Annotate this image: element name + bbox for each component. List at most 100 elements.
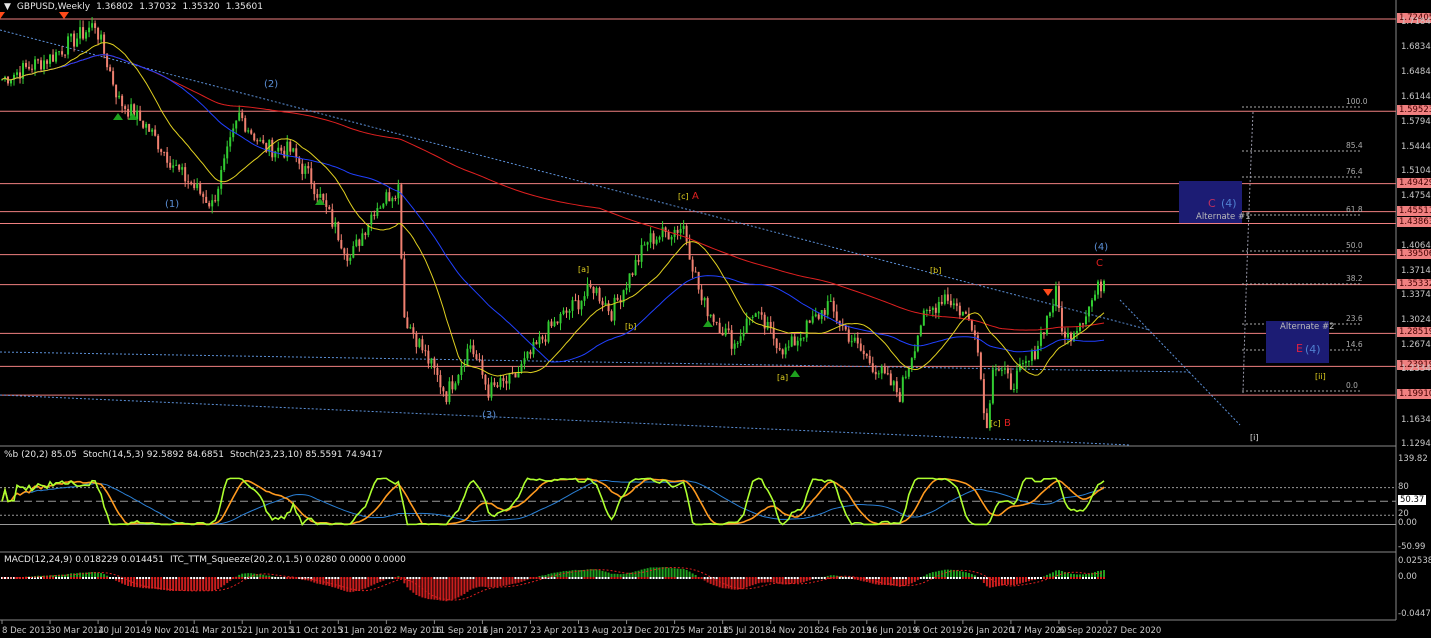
candle-up [739,336,742,343]
candle-up [508,373,511,384]
squeeze-dot [724,577,727,579]
candle-up [850,341,853,343]
squeeze-dot [526,577,529,579]
squeeze-dot [253,577,256,579]
low-value: 1.35320 [182,2,220,12]
candle-down [346,253,349,261]
squeeze-dot [1090,577,1093,579]
squeeze-dot [55,577,58,579]
candle-up [916,335,919,352]
squeeze-dot [529,577,532,579]
date-tick-label: 9 Nov 2014 [146,626,196,636]
squeeze-dot [1057,577,1060,579]
candle-up [892,381,895,386]
candle-down [115,84,118,98]
candle-down [112,71,115,85]
ma-red-line [1,54,1105,331]
candle-down [25,63,28,67]
squeeze-dot [718,577,721,579]
candle-down [835,311,838,321]
dropdown-triangle-icon[interactable]: ▼ [4,2,11,12]
squeeze-dot [85,577,88,579]
candle-down [1060,307,1063,332]
candle-down [403,258,406,318]
alt2-wave: E [1296,342,1303,355]
candle-down [496,385,499,387]
sell-arrow-icon [59,12,69,19]
squeeze-dot [67,577,70,579]
wave-label: [b] [930,266,942,275]
candle-down [550,321,553,327]
squeeze-dot [58,577,61,579]
squeeze-dot [958,577,961,579]
candle-down [388,192,391,202]
squeeze-dot [1030,577,1033,579]
squeeze-dot [973,577,976,579]
candle-down [394,198,397,200]
candle-down [502,378,505,381]
wave-label: [a] [578,265,590,274]
candle-up [349,257,352,261]
candle-up [733,343,736,349]
squeeze-dot [274,577,277,579]
squeeze-dot [214,577,217,579]
squeeze-dot [496,577,499,579]
squeeze-dot [733,577,736,579]
squeeze-dot [967,577,970,579]
squeeze-dot [358,577,361,579]
candle-down [280,147,283,151]
price-tick-label: 1.64840 [1401,67,1431,78]
candle-down [364,233,367,235]
candle-up [181,167,184,170]
squeeze-dot [409,577,412,579]
candle-up [238,112,241,121]
candle-down [544,339,547,342]
candle-down [886,373,889,375]
candle-down [202,193,205,197]
date-tick-label: 15 Jul 2018 [722,626,771,636]
projection-line [1242,111,1254,394]
squeeze-dot [340,577,343,579]
alt2-label: Alternate #2 [1280,322,1335,332]
candle-down [997,369,1000,371]
squeeze-dot [658,577,661,579]
candle-down [205,196,208,203]
candle-down [685,225,688,242]
sell-arrow-icon [1043,289,1053,296]
candle-down [94,23,97,28]
squeeze-dot [205,577,208,579]
candle-down [316,194,319,198]
squeeze-dot [730,577,733,579]
candle-down [169,162,172,168]
candle-up [1096,281,1099,295]
candle-up [943,294,946,304]
squeeze-dot [793,577,796,579]
chart-canvas[interactable] [0,0,1431,638]
squeeze-dot [823,577,826,579]
squeeze-dot [1015,577,1018,579]
candle-up [526,351,529,359]
candle-down [322,193,325,201]
squeeze-dot [562,577,565,579]
candle-up [787,346,790,348]
squeeze-dot [385,577,388,579]
candle-up [211,200,214,207]
candle-up [499,378,502,387]
squeeze-dot [403,577,406,579]
candle-down [1057,286,1060,308]
squeeze-dot [226,577,229,579]
wave-label: (4) [1094,242,1109,253]
candle-up [76,38,79,47]
candle-up [877,373,880,375]
squeeze-dot [388,577,391,579]
stoch-axis-label: 20 [1398,509,1409,520]
squeeze-dot [1060,577,1063,579]
candle-up [520,363,523,372]
candle-up [790,336,793,347]
candle-down [934,307,937,313]
squeeze-dot [100,577,103,579]
squeeze-dot [589,577,592,579]
squeeze-dot [1024,577,1027,579]
candle-up [1015,370,1018,389]
candle-down [760,312,763,315]
